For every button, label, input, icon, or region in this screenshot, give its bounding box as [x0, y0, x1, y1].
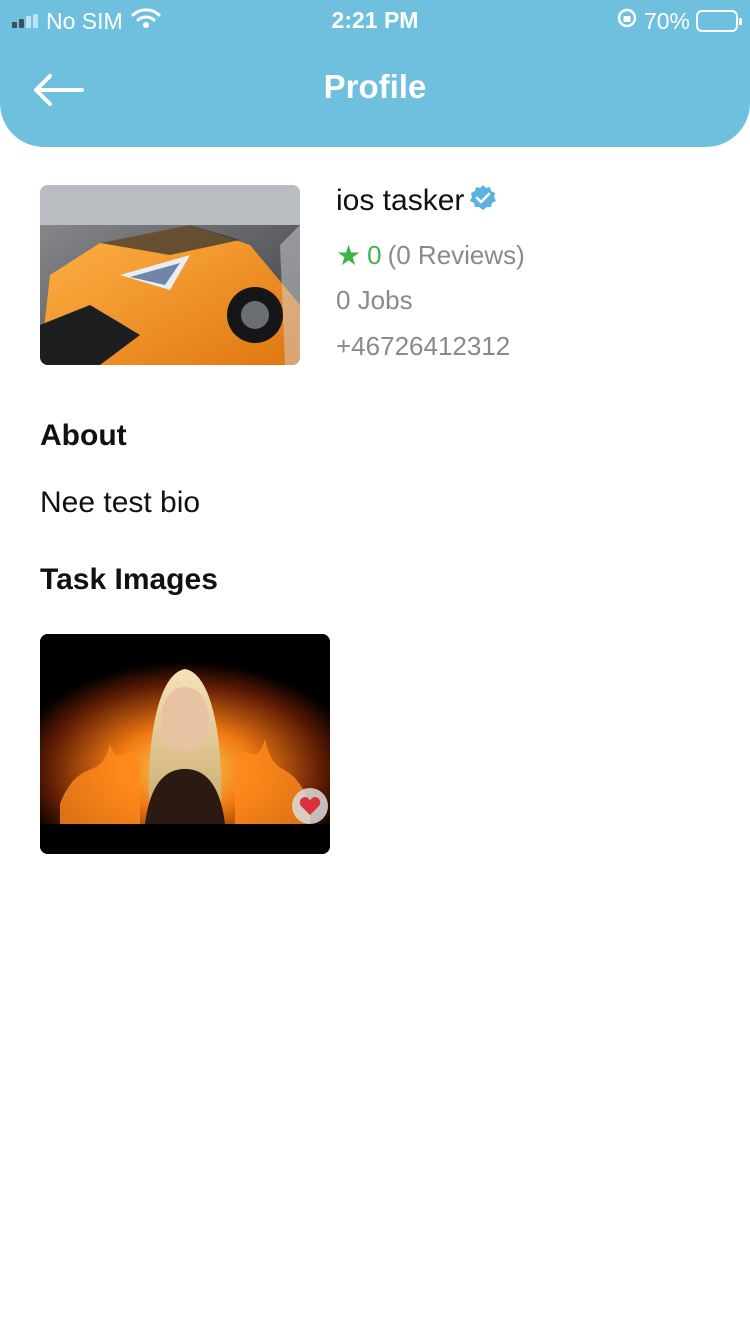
about-heading: About [40, 419, 127, 452]
verified-badge-icon [468, 183, 498, 218]
status-bar: No SIM 2:21 PM 70% [0, 0, 750, 40]
battery-icon [696, 10, 742, 32]
profile-photo[interactable] [40, 185, 300, 365]
heart-icon[interactable] [292, 788, 328, 824]
task-image[interactable] [40, 634, 330, 854]
phone-number[interactable]: +46726412312 [336, 331, 510, 362]
rating-score: 0 [367, 240, 382, 270]
header-bar: No SIM 2:21 PM 70% Profile [0, 0, 750, 147]
bio-text: Nee test bio [40, 486, 201, 519]
jobs-count: 0 Jobs [336, 285, 413, 315]
page-title: Profile [323, 68, 427, 105]
status-right: 70% [616, 7, 742, 35]
rotation-lock-icon [616, 7, 638, 35]
star-icon: ★ [336, 240, 362, 271]
user-name: ios tasker [336, 183, 465, 217]
battery-percent: 70% [643, 7, 690, 34]
name-row: ios tasker [336, 183, 498, 218]
rating-row[interactable]: ★ 0 (0 Reviews) [336, 239, 525, 272]
reviews-count: (0 Reviews) [387, 240, 525, 270]
task-images-heading: Task Images [40, 563, 218, 596]
